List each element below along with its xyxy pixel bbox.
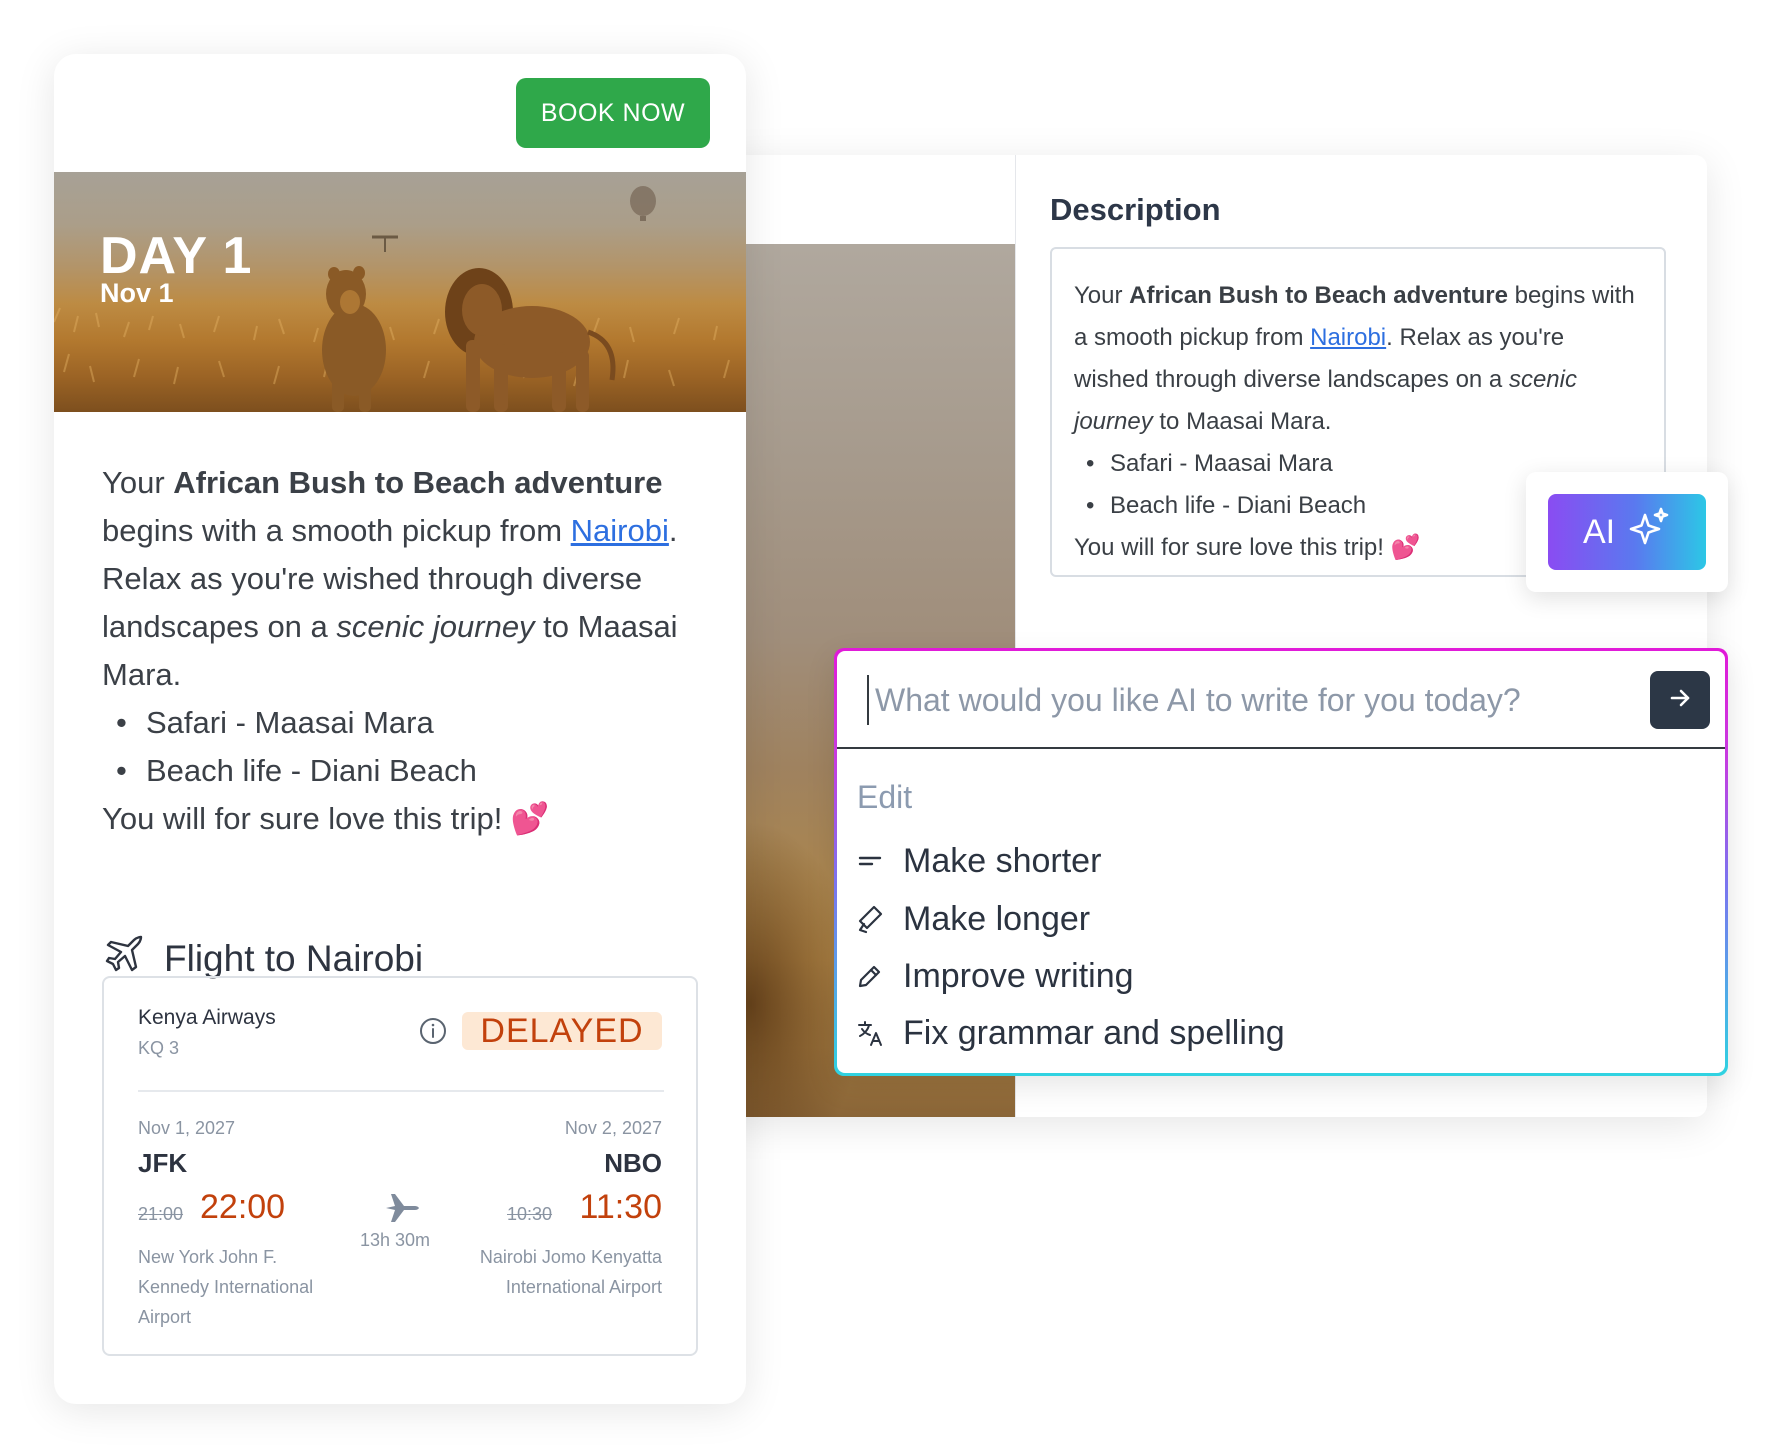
sparkles-icon bbox=[1625, 505, 1671, 560]
flight-number: KQ 3 bbox=[138, 1038, 180, 1058]
arrival-date: Nov 2, 2027 bbox=[564, 1118, 662, 1138]
ai-button[interactable]: AI bbox=[1548, 494, 1706, 570]
departure-new-time: 22:00 bbox=[200, 1188, 286, 1226]
hero-image: DAY 1 Nov 1 bbox=[54, 172, 746, 412]
flight-card: Kenya Airways KQ 3 DELAYED Nov 1, 2027 N… bbox=[102, 976, 698, 1356]
ai-prompt-input[interactable] bbox=[867, 675, 1647, 725]
description-label: Description bbox=[1050, 192, 1221, 227]
ai-input-row bbox=[837, 651, 1725, 749]
divider bbox=[138, 1090, 664, 1092]
lines-icon bbox=[855, 846, 885, 876]
book-now-button[interactable]: BOOK NOW bbox=[516, 78, 710, 148]
departure-airport: New York John F. Kennedy International A… bbox=[138, 1247, 314, 1327]
make-longer-option[interactable]: Make longer bbox=[855, 894, 1090, 944]
send-button[interactable] bbox=[1650, 671, 1710, 729]
info-icon[interactable] bbox=[418, 1016, 448, 1046]
day-description: Your African Bush to Beach adventure beg… bbox=[102, 459, 712, 843]
nairobi-link[interactable]: Nairobi bbox=[1310, 324, 1386, 351]
description-paragraph: Your African Bush to Beach adventure beg… bbox=[1074, 282, 1635, 435]
edit-section-label: Edit bbox=[857, 779, 913, 815]
improve-writing-option[interactable]: Improve writing bbox=[855, 951, 1134, 1001]
airline-name: Kenya Airways bbox=[138, 1006, 276, 1029]
itinerary-card: BOOK NOW DAY 1 Nov 1 Your African Bush t… bbox=[54, 54, 746, 1404]
ai-button-label: AI bbox=[1582, 512, 1616, 551]
ai-button-container: AI bbox=[1526, 472, 1728, 592]
day-date: Nov 1 bbox=[100, 278, 174, 308]
option-label: Improve writing bbox=[903, 956, 1134, 995]
list-item: Beach life - Diani Beach bbox=[102, 747, 712, 795]
day-title: DAY 1 bbox=[100, 227, 253, 285]
description-closing: You will for sure love this trip! 💕 bbox=[102, 801, 550, 836]
description-paragraph: Your African Bush to Beach adventure beg… bbox=[102, 465, 678, 692]
pencil-icon bbox=[855, 961, 885, 991]
status-badge: DELAYED bbox=[462, 1012, 662, 1050]
option-label: Fix grammar and spelling bbox=[903, 1013, 1285, 1052]
magic-wand-icon bbox=[855, 904, 885, 934]
flight-heading-label: Flight to Nairobi bbox=[164, 937, 424, 979]
flight-duration: 13h 30m bbox=[360, 1230, 431, 1250]
departure-date: Nov 1, 2027 bbox=[138, 1118, 236, 1138]
option-label: Make longer bbox=[903, 899, 1091, 938]
fix-grammar-option[interactable]: Fix grammar and spelling bbox=[855, 1008, 1285, 1058]
arrow-right-icon bbox=[1667, 685, 1693, 716]
arrival-new-time: 11:30 bbox=[579, 1188, 662, 1226]
option-label: Make shorter bbox=[903, 841, 1102, 880]
departure-code: JFK bbox=[138, 1148, 188, 1178]
translate-icon bbox=[855, 1018, 885, 1048]
departure-old-time: 21:00 bbox=[138, 1204, 184, 1224]
make-shorter-option[interactable]: Make shorter bbox=[855, 836, 1101, 886]
ai-prompt-panel: Edit Make shorter Make longer Improve wr… bbox=[834, 648, 1728, 1076]
arrival-code: NBO bbox=[604, 1148, 662, 1178]
plane-icon bbox=[382, 1188, 422, 1228]
arrival-airport: Nairobi Jomo Kenyatta International Airp… bbox=[479, 1247, 662, 1297]
description-list: Safari - Maasai Mara Beach life - Diani … bbox=[102, 699, 712, 795]
nairobi-link[interactable]: Nairobi bbox=[571, 513, 669, 548]
list-item: Safari - Maasai Mara bbox=[102, 699, 712, 747]
arrival-old-time: 10:30 bbox=[507, 1204, 553, 1224]
